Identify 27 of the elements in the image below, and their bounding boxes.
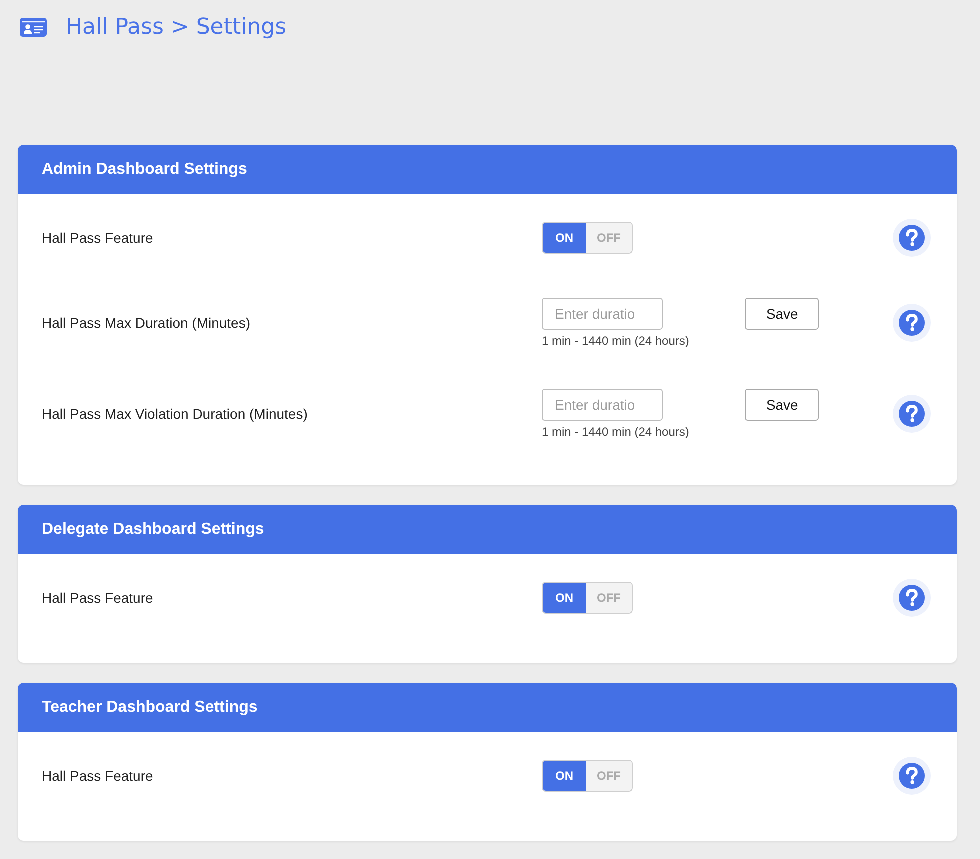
- section-title: Delegate Dashboard Settings: [42, 520, 264, 538]
- range-hint: 1 min - 1440 min (24 hours): [542, 334, 690, 348]
- help-icon[interactable]: [893, 757, 931, 795]
- help-icon[interactable]: [893, 395, 931, 433]
- section-title: Admin Dashboard Settings: [42, 160, 248, 178]
- help-icon[interactable]: [893, 219, 931, 257]
- duration-input[interactable]: Enter duratio: [542, 389, 663, 421]
- help-icon[interactable]: [893, 579, 931, 617]
- save-button[interactable]: Save: [745, 389, 820, 421]
- setting-label: Hall Pass Max Duration (Minutes): [42, 315, 252, 331]
- duration-input[interactable]: Enter duratio: [542, 298, 663, 330]
- setting-label: Hall Pass Feature: [42, 230, 154, 246]
- id-card-icon: [20, 18, 47, 36]
- setting-label: Hall Pass Feature: [42, 590, 154, 606]
- on-off-switch[interactable]: ON OFF: [542, 222, 633, 254]
- on-off-switch[interactable]: ON OFF: [542, 760, 633, 792]
- page-title: Hall Pass > Settings: [66, 14, 287, 40]
- on-off-switch[interactable]: ON OFF: [542, 582, 633, 614]
- switch-option[interactable]: ON: [543, 583, 586, 613]
- setting-label: Hall Pass Feature: [42, 768, 154, 784]
- save-button[interactable]: Save: [745, 298, 820, 330]
- setting-label: Hall Pass Max Violation Duration (Minutes): [42, 406, 309, 422]
- range-hint: 1 min - 1440 min (24 hours): [542, 425, 690, 439]
- help-icon[interactable]: [893, 304, 931, 342]
- switch-option[interactable]: ON: [543, 761, 586, 791]
- section-title: Teacher Dashboard Settings: [42, 698, 258, 716]
- switch-option[interactable]: ON: [543, 223, 586, 253]
